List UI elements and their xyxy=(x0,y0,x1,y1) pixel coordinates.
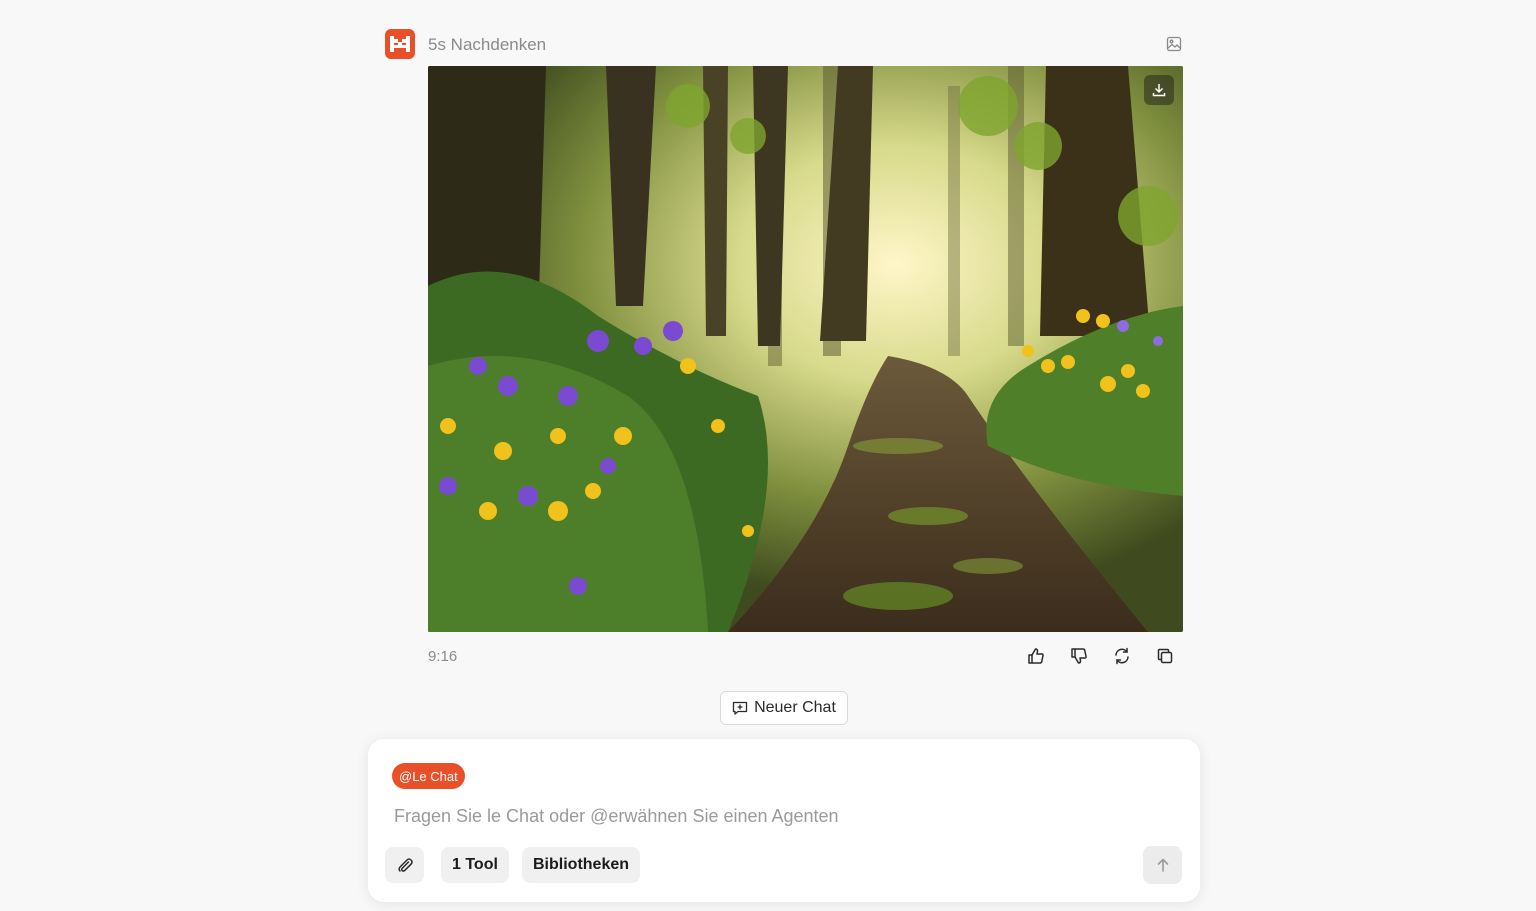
like-button[interactable] xyxy=(1020,644,1051,668)
thumbs-up-icon xyxy=(1027,648,1044,664)
regenerate-button[interactable] xyxy=(1106,644,1137,668)
forest-path-illustration xyxy=(428,66,1183,632)
libraries-button[interactable]: Bibliotheken xyxy=(522,847,641,883)
copy-button[interactable] xyxy=(1149,644,1180,668)
arrow-up-icon xyxy=(1157,858,1168,872)
thinking-label[interactable]: 5s Nachdenken xyxy=(428,35,546,55)
tools-button[interactable]: 1 Tool xyxy=(441,847,509,883)
download-button[interactable] xyxy=(1144,75,1174,105)
attach-button[interactable] xyxy=(385,847,424,883)
thumbs-down-icon xyxy=(1070,648,1087,664)
new-chat-button[interactable]: Neuer Chat xyxy=(720,691,848,725)
message-composer: @Le Chat 1 Tool Bibliotheken xyxy=(368,739,1200,902)
dislike-button[interactable] xyxy=(1063,644,1094,668)
image-icon[interactable] xyxy=(1164,34,1184,54)
message-actions xyxy=(1020,644,1180,668)
chat-page: 5s Nachdenken 9:16 Neuer Chat @Le Chat F… xyxy=(0,0,1536,911)
new-chat-icon xyxy=(732,701,748,715)
message-timestamp: 9:16 xyxy=(428,648,458,665)
send-button[interactable] xyxy=(1143,846,1182,884)
mistral-logo-icon xyxy=(385,29,415,59)
download-icon xyxy=(1152,84,1166,97)
prompt-input[interactable] xyxy=(394,803,1154,829)
copy-icon xyxy=(1157,648,1172,664)
paperclip-icon xyxy=(397,858,413,872)
agent-chip[interactable]: @Le Chat xyxy=(392,763,465,789)
new-chat-label: Neuer Chat xyxy=(754,699,836,716)
generated-image[interactable] xyxy=(428,66,1183,632)
refresh-icon xyxy=(1114,647,1129,665)
